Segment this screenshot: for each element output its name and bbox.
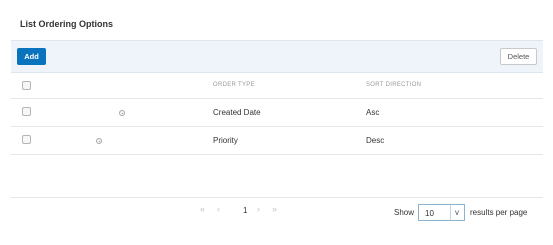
order-type-cell: Created Date xyxy=(213,108,261,117)
sort-direction-cell: Desc xyxy=(366,136,385,145)
select-all-checkbox[interactable] xyxy=(22,81,31,90)
table-row[interactable]: Priority Desc xyxy=(11,127,543,155)
delete-button[interactable]: Delete xyxy=(500,48,537,65)
drag-handle-icon[interactable] xyxy=(119,110,125,116)
results-per-page-label: results per page xyxy=(470,208,528,217)
sort-direction-cell: Asc xyxy=(366,108,380,117)
show-label: Show xyxy=(394,208,415,217)
footer-divider xyxy=(11,197,543,198)
order-type-header[interactable]: ORDER TYPE xyxy=(213,82,255,88)
table-header: ORDER TYPE SORT DIRECTION xyxy=(11,73,543,99)
select-divider xyxy=(450,205,451,220)
row-checkbox[interactable] xyxy=(22,135,31,144)
next-page-icon[interactable]: › xyxy=(257,204,260,214)
table-row[interactable]: Created Date Asc xyxy=(11,99,543,127)
toolbar: Add Delete xyxy=(11,40,543,73)
chevron-down-icon: v xyxy=(455,208,459,217)
sort-direction-header[interactable]: SORT DIRECTION xyxy=(366,82,421,88)
page-size-value: 10 xyxy=(425,209,434,218)
page-size-select[interactable]: 10 v xyxy=(418,204,465,221)
add-button[interactable]: Add xyxy=(17,48,46,65)
page-title: List Ordering Options xyxy=(20,19,114,29)
prev-page-icon[interactable]: ‹ xyxy=(217,204,220,214)
drag-handle-icon[interactable] xyxy=(96,138,102,144)
row-checkbox[interactable] xyxy=(22,107,31,116)
last-page-icon[interactable]: » xyxy=(272,204,277,214)
current-page-number[interactable]: 1 xyxy=(243,206,247,215)
first-page-icon[interactable]: « xyxy=(200,204,205,214)
order-type-cell: Priority xyxy=(213,136,238,145)
